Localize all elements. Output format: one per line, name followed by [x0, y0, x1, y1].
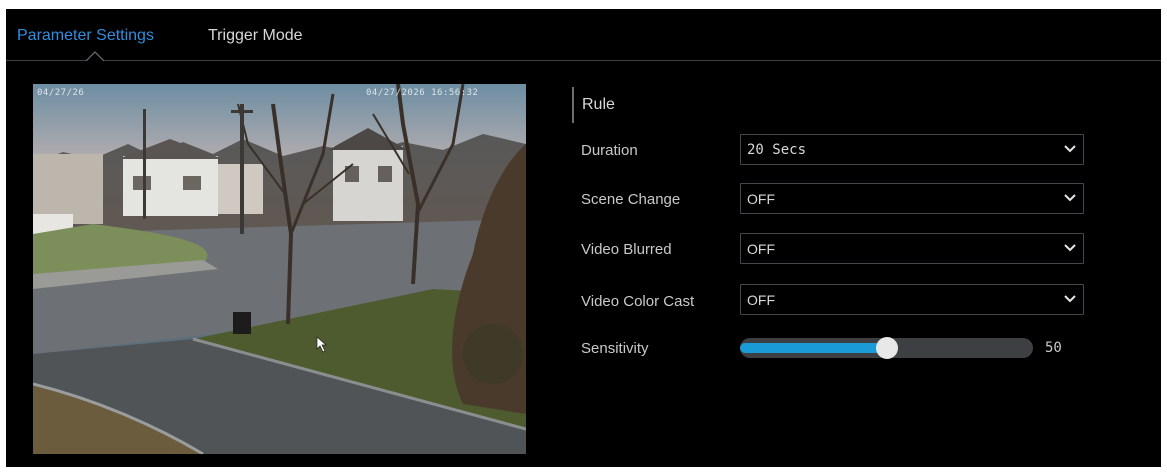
chevron-down-icon	[1064, 145, 1076, 153]
video-color-cast-select[interactable]: OFF	[740, 284, 1084, 315]
chevron-down-icon	[1064, 295, 1076, 303]
tab-bar: Parameter Settings Trigger Mode	[6, 9, 1161, 61]
duration-label: Duration	[581, 142, 638, 159]
scene-change-label: Scene Change	[581, 191, 681, 208]
sensitivity-label: Sensitivity	[581, 340, 649, 357]
scene-change-value: OFF	[747, 191, 775, 207]
sensitivity-value: 50	[1045, 340, 1062, 356]
camera-preview: 04/27/26 04/27/2026 16:56:32	[33, 84, 526, 454]
slider-fill	[740, 343, 887, 353]
camera-osd-label: 04/27/26	[37, 88, 85, 98]
detection-settings-screen: Parameter Settings Trigger Mode 04/27/26…	[6, 9, 1161, 467]
slider-handle[interactable]	[876, 337, 898, 359]
section-title: Rule	[582, 96, 615, 113]
tab-parameter-settings[interactable]: Parameter Settings	[17, 27, 154, 45]
tab-divider	[6, 60, 1161, 61]
video-blurred-label: Video Blurred	[581, 241, 672, 258]
video-blurred-select[interactable]: OFF	[740, 233, 1084, 264]
video-blurred-value: OFF	[747, 241, 775, 257]
chevron-down-icon	[1064, 244, 1076, 252]
sensitivity-slider[interactable]	[740, 337, 1033, 359]
camera-osd-timestamp: 04/27/2026 16:56:32	[366, 88, 479, 98]
scene-change-select[interactable]: OFF	[740, 183, 1084, 214]
tab-trigger-mode[interactable]: Trigger Mode	[208, 27, 303, 45]
video-color-cast-label: Video Color Cast	[581, 293, 695, 310]
section-marker	[572, 87, 574, 123]
duration-value: 20 Secs	[747, 142, 807, 158]
duration-select[interactable]: 20 Secs	[740, 134, 1084, 165]
chevron-down-icon	[1064, 194, 1076, 202]
active-tab-pointer-icon	[86, 51, 104, 61]
video-color-cast-value: OFF	[747, 292, 775, 308]
camera-scene-image	[33, 84, 526, 454]
